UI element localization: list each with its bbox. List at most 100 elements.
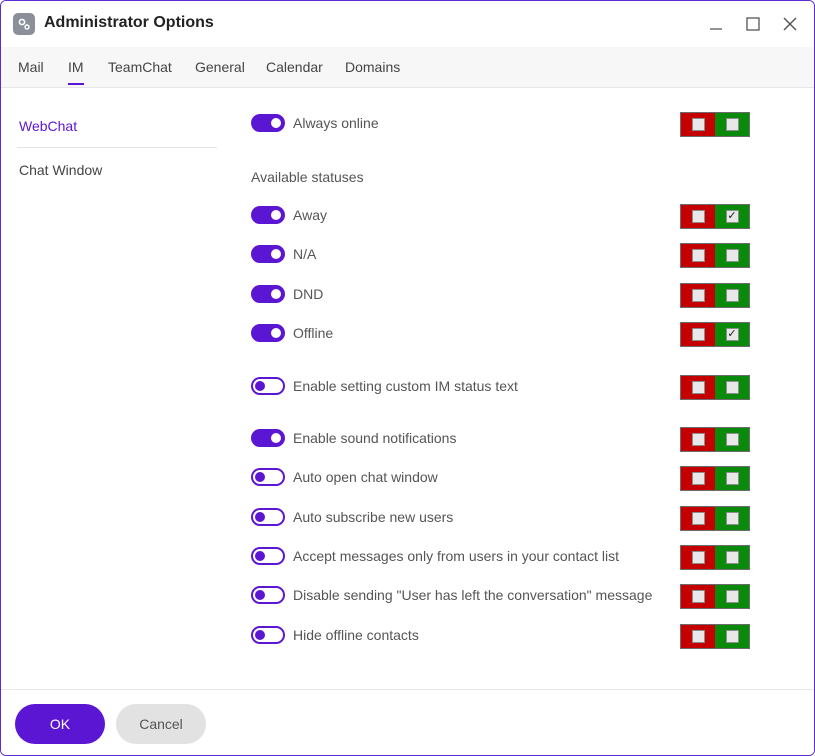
tab-domains[interactable]: Domains	[345, 59, 400, 75]
option-label: Enable sound notifications	[293, 430, 457, 446]
ok-button[interactable]: OK	[15, 704, 105, 744]
lock-controls	[680, 584, 750, 609]
toggle-knob	[271, 328, 281, 338]
lock-green-cell	[715, 284, 749, 307]
toggle-knob	[271, 249, 281, 259]
sidebar-item-webchat[interactable]: WebChat	[19, 118, 77, 134]
toggle-knob	[255, 512, 265, 522]
close-button[interactable]	[778, 12, 802, 36]
option-row: DND	[251, 283, 751, 308]
option-toggle[interactable]	[251, 245, 285, 263]
option-row: Enable sound notifications	[251, 427, 751, 452]
option-toggle[interactable]	[251, 468, 285, 486]
gear-app-icon	[13, 13, 35, 35]
lock-red-cell	[681, 113, 715, 136]
title-bar: Administrator Options	[1, 1, 814, 47]
lock-red-checkbox[interactable]	[691, 210, 705, 223]
lock-green-checkbox[interactable]: ✓	[725, 210, 739, 223]
lock-green-checkbox[interactable]	[725, 590, 739, 603]
option-toggle[interactable]	[251, 377, 285, 395]
lock-green-checkbox[interactable]	[725, 551, 739, 564]
lock-red-checkbox[interactable]	[691, 328, 705, 341]
lock-green-checkbox[interactable]	[725, 289, 739, 302]
lock-red-checkbox[interactable]	[691, 590, 705, 603]
tab-mail[interactable]: Mail	[18, 59, 44, 75]
option-toggle[interactable]	[251, 324, 285, 342]
lock-green-checkbox[interactable]	[725, 630, 739, 643]
option-toggle[interactable]	[251, 285, 285, 303]
toggle-knob	[255, 590, 265, 600]
tab-general[interactable]: General	[195, 59, 245, 75]
available-statuses-heading: Available statuses	[251, 169, 364, 185]
lock-controls: ✓	[680, 204, 750, 229]
option-label: Always online	[293, 115, 379, 131]
maximize-icon	[746, 17, 760, 31]
lock-green-checkbox[interactable]: ✓	[725, 328, 739, 341]
option-toggle[interactable]	[251, 547, 285, 565]
lock-green-cell	[715, 113, 749, 136]
option-row: Offline ✓	[251, 322, 751, 347]
option-toggle[interactable]	[251, 586, 285, 604]
toggle-knob	[271, 118, 281, 128]
option-row: Auto open chat window	[251, 466, 751, 491]
option-row: Always online	[251, 112, 751, 137]
lock-red-checkbox[interactable]	[691, 118, 705, 131]
lock-red-cell	[681, 284, 715, 307]
lock-green-cell	[715, 467, 749, 490]
sidebar-divider	[17, 147, 217, 148]
lock-controls	[680, 427, 750, 452]
administrator-options-window: Administrator Options Mail IM TeamChat G…	[0, 0, 815, 756]
lock-red-checkbox[interactable]	[691, 249, 705, 262]
lock-red-cell	[681, 546, 715, 569]
lock-green-checkbox[interactable]	[725, 512, 739, 525]
lock-green-checkbox[interactable]	[725, 472, 739, 485]
option-toggle[interactable]	[251, 206, 285, 224]
toggle-knob	[271, 433, 281, 443]
lock-red-cell	[681, 428, 715, 451]
tab-im[interactable]: IM	[68, 59, 84, 85]
lock-green-checkbox[interactable]	[725, 249, 739, 262]
lock-green-cell	[715, 244, 749, 267]
sidebar-item-chat-window[interactable]: Chat Window	[19, 162, 102, 178]
lock-controls	[680, 466, 750, 491]
tab-calendar[interactable]: Calendar	[266, 59, 323, 75]
lock-green-checkbox[interactable]	[725, 118, 739, 131]
option-row: Enable setting custom IM status text	[251, 375, 751, 400]
dialog-footer: OK Cancel	[1, 689, 814, 755]
lock-controls	[680, 624, 750, 649]
lock-red-checkbox[interactable]	[691, 630, 705, 643]
tab-teamchat[interactable]: TeamChat	[108, 59, 172, 75]
option-toggle[interactable]	[251, 626, 285, 644]
tab-bar: Mail IM TeamChat General Calendar Domain…	[1, 47, 814, 88]
option-label: Auto open chat window	[293, 469, 438, 485]
option-label: Auto subscribe new users	[293, 509, 454, 525]
lock-red-checkbox[interactable]	[691, 433, 705, 446]
lock-red-checkbox[interactable]	[691, 381, 705, 394]
lock-green-cell	[715, 376, 749, 399]
option-label: DND	[293, 286, 324, 302]
lock-controls	[680, 545, 750, 570]
option-label: N/A	[293, 246, 317, 262]
lock-green-checkbox[interactable]	[725, 433, 739, 446]
lock-controls	[680, 243, 750, 268]
lock-green-checkbox[interactable]	[725, 381, 739, 394]
lock-red-cell	[681, 376, 715, 399]
cancel-button[interactable]: Cancel	[116, 704, 206, 744]
lock-red-checkbox[interactable]	[691, 551, 705, 564]
option-row: Auto subscribe new users	[251, 506, 751, 531]
option-toggle[interactable]	[251, 508, 285, 526]
option-toggle[interactable]	[251, 114, 285, 132]
lock-red-cell	[681, 323, 715, 346]
option-row: Accept messages only from users in your …	[251, 545, 751, 570]
lock-green-cell	[715, 428, 749, 451]
option-label: Hide offline contacts	[293, 627, 419, 643]
maximize-button[interactable]	[741, 12, 765, 36]
lock-red-cell	[681, 205, 715, 228]
option-toggle[interactable]	[251, 429, 285, 447]
option-label: Enable setting custom IM status text	[293, 378, 518, 394]
minimize-button[interactable]	[704, 12, 728, 36]
lock-red-checkbox[interactable]	[691, 289, 705, 302]
lock-red-checkbox[interactable]	[691, 512, 705, 525]
toggle-knob	[271, 289, 281, 299]
lock-red-checkbox[interactable]	[691, 472, 705, 485]
